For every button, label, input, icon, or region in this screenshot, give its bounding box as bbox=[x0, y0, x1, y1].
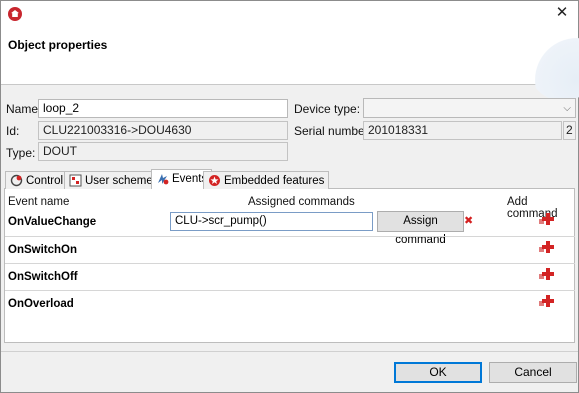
event-name-onswitchoff: OnSwitchOff bbox=[8, 271, 78, 283]
event-name-onvaluechange: OnValueChange bbox=[8, 216, 97, 228]
add-command-icon[interactable] bbox=[539, 295, 554, 307]
decorative-arc bbox=[528, 31, 579, 101]
assigned-command-field[interactable]: CLU->scr_pump() bbox=[170, 212, 373, 231]
control-icon bbox=[10, 174, 23, 187]
close-icon[interactable]: ✕ bbox=[553, 4, 571, 22]
name-field[interactable]: loop_2 bbox=[38, 99, 288, 118]
assigned-commands-header: Assigned commands bbox=[248, 196, 355, 208]
user-schemes-icon bbox=[69, 174, 82, 187]
serial-suffix-field: 2 bbox=[563, 121, 576, 140]
add-command-icon[interactable] bbox=[539, 213, 554, 225]
remove-command-icon[interactable]: ✖ bbox=[464, 214, 473, 227]
tab-strip: Control User schemes Events Embedded fea… bbox=[4, 169, 575, 190]
object-properties-dialog: ✕ Object properties Name: loop_2 Id: CLU… bbox=[0, 0, 579, 393]
tab-user-schemes[interactable]: User schemes bbox=[64, 171, 164, 189]
device-type-select[interactable]: ⌵ bbox=[363, 98, 576, 118]
assign-command-button[interactable]: Assign command bbox=[377, 211, 464, 246]
event-name-header: Event name bbox=[8, 196, 70, 208]
serial-number-label: Serial number: bbox=[294, 124, 373, 138]
page-title: Object properties bbox=[8, 38, 108, 52]
type-field: DOUT bbox=[38, 142, 288, 161]
tab-control-label: Control bbox=[26, 175, 64, 187]
events-icon bbox=[158, 174, 169, 185]
name-label: Name: bbox=[6, 102, 42, 116]
id-label: Id: bbox=[6, 124, 20, 138]
event-name-onoverload: OnOverload bbox=[8, 298, 74, 310]
home-icon bbox=[8, 7, 22, 21]
embedded-features-icon bbox=[209, 175, 220, 186]
row-divider bbox=[5, 290, 575, 291]
tab-control[interactable]: Control bbox=[5, 171, 69, 189]
footer-divider bbox=[1, 351, 578, 352]
tab-events-label: Events bbox=[172, 173, 208, 185]
add-command-icon[interactable] bbox=[539, 241, 554, 253]
row-divider bbox=[5, 236, 575, 237]
tab-embedded-features[interactable]: Embedded features bbox=[203, 171, 330, 189]
device-type-label: Device type: bbox=[294, 102, 361, 116]
event-name-onswitchon: OnSwitchOn bbox=[8, 244, 77, 256]
tab-embedded-features-label: Embedded features bbox=[224, 175, 325, 187]
chevron-down-icon: ⌵ bbox=[563, 103, 571, 114]
id-field: CLU221003316->DOU4630 bbox=[38, 121, 288, 140]
row-divider bbox=[5, 263, 575, 264]
type-label: Type: bbox=[6, 146, 36, 160]
tab-user-schemes-label: User schemes bbox=[85, 175, 159, 187]
ok-button[interactable]: OK bbox=[394, 362, 482, 383]
cancel-button[interactable]: Cancel bbox=[489, 362, 577, 383]
serial-number-field: 201018331 bbox=[363, 121, 562, 140]
add-command-icon[interactable] bbox=[539, 268, 554, 280]
title-bar: ✕ Object properties bbox=[1, 1, 579, 101]
